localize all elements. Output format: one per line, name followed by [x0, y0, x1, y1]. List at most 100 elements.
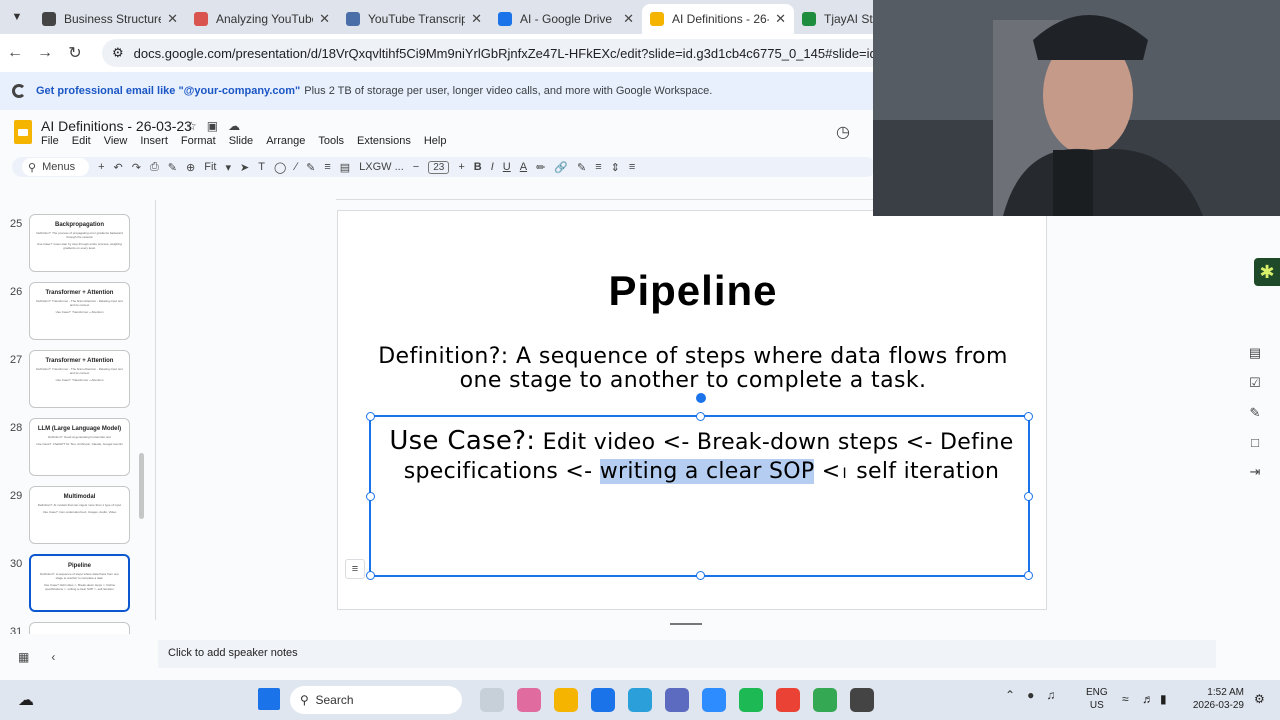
- print-icon[interactable]: ⎙: [150, 161, 159, 174]
- fill-color-icon[interactable]: ✎: [306, 161, 315, 174]
- zoom-icon[interactable]: [702, 688, 726, 712]
- resize-handle[interactable]: [366, 571, 375, 580]
- edge-icon[interactable]: [591, 688, 615, 712]
- notes-panel-icon[interactable]: ▤: [1249, 345, 1261, 361]
- doc-title[interactable]: AI Definitions - 26-03-23: [41, 118, 192, 134]
- menu-edit[interactable]: Edit: [72, 135, 91, 147]
- microphone-icon[interactable]: ♫: [1046, 688, 1055, 702]
- slide-thumbnail[interactable]: Multimodal Definition?: AI models that ca…: [29, 486, 130, 544]
- slides-logo-icon[interactable]: [14, 120, 32, 144]
- tab-search-icon[interactable]: ▼: [0, 0, 34, 34]
- drive-panel-icon[interactable]: □: [1251, 435, 1259, 450]
- text-options-icon[interactable]: ≡: [345, 559, 365, 579]
- volume-icon[interactable]: ♬: [1142, 692, 1154, 706]
- link-icon[interactable]: 🔗: [554, 161, 568, 174]
- menu-tools[interactable]: Tools: [318, 135, 344, 147]
- menu-extensions[interactable]: Extensions: [357, 135, 411, 147]
- spotify-icon[interactable]: [739, 688, 763, 712]
- tray-app-icon[interactable]: ●: [1027, 688, 1034, 702]
- slide-thumbnail[interactable]: Transformer + Attention Definition?: Tran…: [29, 282, 130, 340]
- slide-thumbnail[interactable]: [29, 622, 130, 634]
- resize-handle[interactable]: [696, 571, 705, 580]
- slide-thumbnail[interactable]: Transformer + Attention Definition?: Tran…: [29, 350, 130, 408]
- slide-thumbnail-selected[interactable]: Pipeline Definition?: A sequence of steps…: [29, 554, 130, 612]
- font-select[interactable]: LXGW ...: [359, 161, 404, 173]
- extension-icon[interactable]: ✱: [1254, 258, 1280, 286]
- search-menus[interactable]: ⚲ Menus: [22, 158, 90, 176]
- banner-strong[interactable]: Get professional email like "@your-compa…: [36, 85, 300, 97]
- close-icon[interactable]: ✕: [775, 11, 786, 27]
- menu-format[interactable]: Format: [181, 135, 216, 147]
- tray-chevron-icon[interactable]: ⌃: [1005, 688, 1015, 702]
- back-icon[interactable]: ←: [0, 44, 30, 62]
- task-view-icon[interactable]: [480, 688, 504, 712]
- notes-resize-handle[interactable]: [670, 623, 702, 625]
- slide-thumbnail[interactable]: Backpropagation Definition?: The process …: [29, 214, 130, 272]
- store-icon[interactable]: [628, 688, 652, 712]
- resize-handle[interactable]: [366, 412, 375, 421]
- site-info-icon[interactable]: ⚙: [112, 45, 124, 61]
- menu-help[interactable]: Help: [424, 135, 447, 147]
- browser-tab[interactable]: AI - Google Drive ✕: [490, 4, 642, 34]
- underline-icon[interactable]: U: [503, 161, 511, 173]
- text-color-icon[interactable]: A: [520, 161, 527, 173]
- notification-icon[interactable]: ⚙: [1254, 692, 1265, 706]
- bold-icon[interactable]: B: [474, 161, 482, 173]
- zoom-select[interactable]: Fit: [204, 161, 216, 173]
- close-icon[interactable]: ✕: [167, 11, 178, 27]
- resize-handle[interactable]: [696, 412, 705, 421]
- comment-icon[interactable]: ✎: [577, 161, 586, 174]
- calendar-icon[interactable]: [665, 688, 689, 712]
- paint-format-icon[interactable]: ✎: [168, 161, 177, 174]
- slide-thumbnail[interactable]: LLM (Large Language Model) Definition?: G…: [29, 418, 130, 476]
- select-tool-icon[interactable]: ➤: [240, 161, 249, 174]
- italic-icon[interactable]: I: [491, 161, 494, 173]
- thumbnail-row[interactable]: 25 Backpropagation Definition?: The proces…: [0, 214, 152, 278]
- chevron-down-icon[interactable]: ▾: [225, 161, 231, 174]
- file-explorer-icon[interactable]: [554, 688, 578, 712]
- menu-insert[interactable]: Insert: [140, 135, 168, 147]
- taskbar-search[interactable]: ⚲ Search: [290, 686, 462, 714]
- slide-title[interactable]: Pipeline: [338, 267, 1048, 315]
- resize-handle[interactable]: [1024, 571, 1033, 580]
- font-size-field[interactable]: 23: [428, 160, 450, 174]
- chrome-dev-icon[interactable]: [813, 688, 837, 712]
- browser-tab[interactable]: Business Structure An✕: [34, 4, 186, 34]
- language-indicator[interactable]: ENG US: [1086, 686, 1108, 712]
- thumbnail-row[interactable]: 29 Multimodal Definition?: AI models that …: [0, 486, 152, 550]
- weather-icon[interactable]: ☁: [18, 690, 34, 710]
- reload-icon[interactable]: ↻: [60, 43, 90, 63]
- chrome-icon[interactable]: [776, 688, 800, 712]
- slide-definition[interactable]: Definition?: A sequence of steps where d…: [368, 345, 1018, 393]
- resize-handle[interactable]: [1024, 412, 1033, 421]
- align-icon[interactable]: ≡: [595, 161, 601, 173]
- font-size-minus-icon[interactable]: −: [413, 161, 419, 173]
- wifi-icon[interactable]: ≈: [1122, 692, 1129, 706]
- resize-handle[interactable]: [366, 492, 375, 501]
- cloud-status-icon[interactable]: ☁: [228, 119, 250, 133]
- zoom-icon[interactable]: ⊕: [186, 161, 195, 174]
- close-icon[interactable]: ✕: [319, 11, 330, 27]
- copilot-icon[interactable]: [517, 688, 541, 712]
- thumbnail-row[interactable]: 27 Transformer + Attention Definition?: Tr…: [0, 350, 152, 414]
- clock[interactable]: 1:52 AM 2026-03-29: [1174, 686, 1244, 712]
- speaker-notes[interactable]: Click to add speaker notes: [158, 640, 1216, 668]
- collapse-panel-icon[interactable]: ‹: [51, 650, 77, 664]
- battery-icon[interactable]: ▮: [1160, 692, 1167, 706]
- use-case-text[interactable]: Use Case?: Edit video <- Break-down step…: [379, 427, 1024, 489]
- selected-textbox[interactable]: Use Case?: Edit video <- Break-down step…: [345, 393, 1033, 580]
- menu-view[interactable]: View: [104, 135, 128, 147]
- browser-tab[interactable]: YouTube Transcript N✕: [338, 4, 490, 34]
- horizontal-ruler[interactable]: [336, 184, 876, 200]
- app-icon[interactable]: [850, 688, 874, 712]
- move-folder-icon[interactable]: ▣: [207, 119, 228, 133]
- close-icon[interactable]: ✕: [471, 11, 482, 27]
- textbox-icon[interactable]: T: [258, 161, 265, 173]
- slide-canvas[interactable]: Pipeline Definition?: A sequence of step…: [337, 210, 1047, 610]
- new-slide-icon[interactable]: +: [98, 161, 104, 173]
- redo-icon[interactable]: ↷: [132, 161, 141, 174]
- vertical-ruler[interactable]: [144, 200, 156, 620]
- rotate-handle[interactable]: [696, 393, 706, 403]
- list-icon[interactable]: ≡: [629, 161, 635, 173]
- start-icon[interactable]: [258, 688, 280, 710]
